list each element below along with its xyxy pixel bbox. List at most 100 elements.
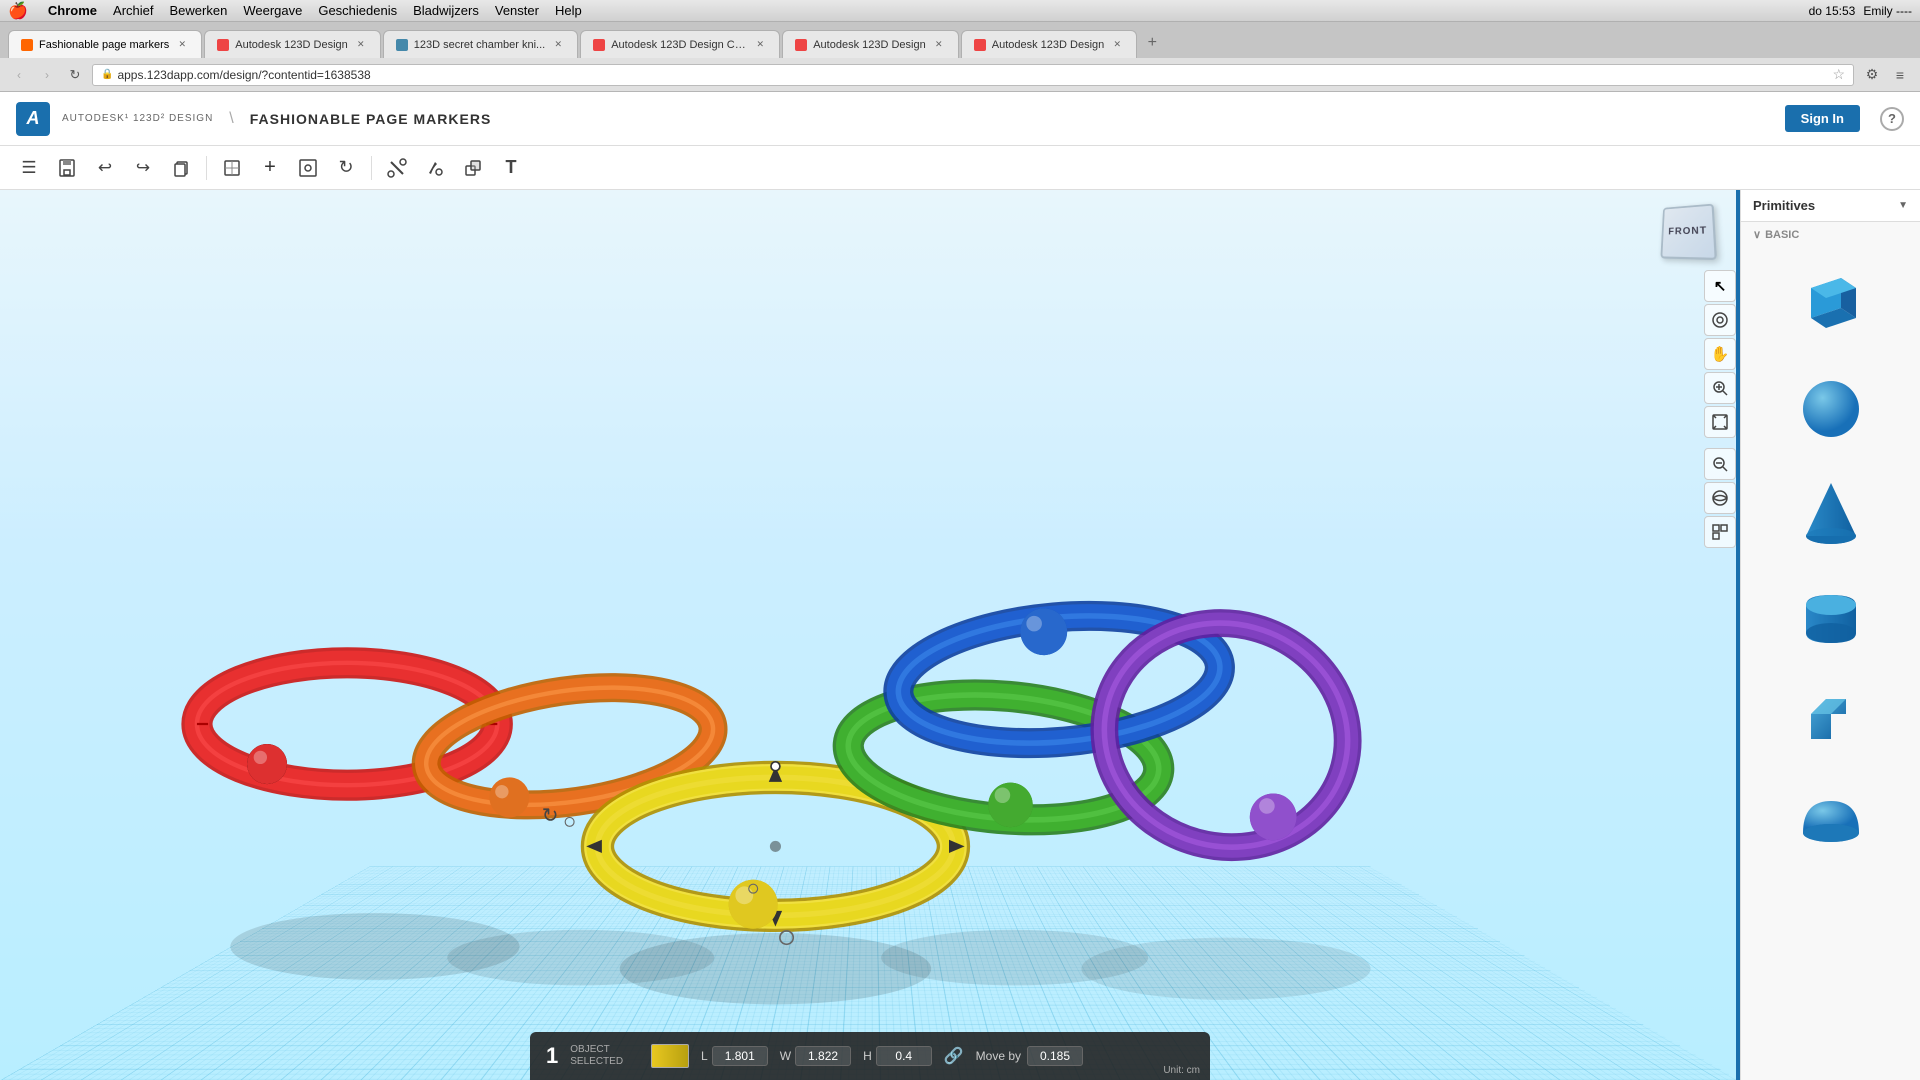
- view-cube-3d[interactable]: FRONT: [1660, 204, 1717, 261]
- save-button[interactable]: [50, 151, 84, 185]
- primitives-header: Primitives ▼: [1741, 190, 1920, 222]
- menubar-geschiedenis[interactable]: Geschiedenis: [318, 3, 397, 18]
- object-count: 1: [546, 1043, 558, 1069]
- shape-box[interactable]: [1781, 253, 1881, 353]
- tab-close-autodesk1[interactable]: ✕: [354, 38, 368, 52]
- h-value[interactable]: 0.4: [876, 1046, 932, 1066]
- primitives-dropdown[interactable]: ▼: [1898, 200, 1908, 211]
- address-bar-row: ‹ › ↻ 🔒 apps.123dapp.com/design/?content…: [0, 58, 1920, 92]
- tab-close-secret[interactable]: ✕: [551, 38, 565, 52]
- basic-section: ∨ Basic: [1741, 222, 1920, 245]
- shape-sphere[interactable]: [1781, 357, 1881, 457]
- right-toolbar: ↖ ✋: [1704, 270, 1736, 548]
- zoom-in-button[interactable]: [1704, 448, 1736, 480]
- toolbar: ☰ ↩ ↪ + ↻ T: [0, 146, 1920, 190]
- status-label-group: OBJECT SELECTED: [570, 1044, 631, 1068]
- sign-in-button[interactable]: Sign In: [1785, 105, 1860, 132]
- shape-cone[interactable]: [1781, 461, 1881, 561]
- zoom-tool-button[interactable]: [1704, 372, 1736, 404]
- app-title-group: AUTODESK¹ 123D² DESIGN: [62, 113, 213, 125]
- tab-close-autodesk3[interactable]: ✕: [932, 38, 946, 52]
- menubar-help[interactable]: Help: [555, 3, 582, 18]
- orbit-tool-button[interactable]: [1704, 304, 1736, 336]
- blue-accent-bar: [1736, 190, 1740, 1080]
- l-value[interactable]: 1.801: [712, 1046, 768, 1066]
- shape-bracket[interactable]: [1781, 669, 1881, 769]
- view-cube-label: FRONT: [1668, 225, 1707, 237]
- tab-autodesk2[interactable]: Autodesk 123D Design Ch... ✕: [580, 30, 780, 58]
- paint-button[interactable]: [418, 151, 452, 185]
- text-button[interactable]: T: [494, 151, 528, 185]
- mac-menubar: 🍎 Chrome Archief Bewerken Weergave Gesch…: [0, 0, 1920, 22]
- menubar-bewerken[interactable]: Bewerken: [170, 3, 228, 18]
- tab-autodesk3[interactable]: Autodesk 123D Design ✕: [782, 30, 959, 58]
- primitives-scroll[interactable]: ∨ Basic: [1741, 222, 1920, 1080]
- view-cube[interactable]: FRONT: [1660, 204, 1726, 270]
- cut-tool-button[interactable]: [380, 151, 414, 185]
- tab-label-autodesk2: Autodesk 123D Design Ch...: [611, 39, 747, 51]
- address-bar-right: ⚙ ≡: [1860, 63, 1912, 87]
- address-bar[interactable]: 🔒 apps.123dapp.com/design/?contentid=163…: [92, 64, 1854, 86]
- extension-icon[interactable]: ⚙: [1860, 63, 1884, 87]
- address-text: apps.123dapp.com/design/?contentid=16385…: [117, 68, 1828, 82]
- app-logo-letter: A: [27, 108, 40, 129]
- tab-label-autodesk4: Autodesk 123D Design: [992, 39, 1105, 51]
- refresh-button[interactable]: ↻: [329, 151, 363, 185]
- reload-button[interactable]: ↻: [64, 64, 86, 86]
- l-label: L: [701, 1049, 708, 1063]
- shape-hemisphere[interactable]: [1781, 773, 1881, 873]
- menu-button[interactable]: ☰: [12, 151, 46, 185]
- tab-autodesk1[interactable]: Autodesk 123D Design ✕: [204, 30, 381, 58]
- camera-tool-button[interactable]: [1704, 482, 1736, 514]
- app-title-top: AUTODESK¹ 123D² DESIGN: [62, 113, 213, 125]
- section-title: Basic: [1765, 229, 1799, 241]
- menubar-bladwijzers[interactable]: Bladwijzers: [413, 3, 479, 18]
- back-button[interactable]: ‹: [8, 64, 30, 86]
- unit-label: Unit: cm: [1163, 1065, 1200, 1076]
- bookmark-star-icon[interactable]: ☆: [1832, 66, 1845, 83]
- tab-fashionable[interactable]: Fashionable page markers ✕: [8, 30, 202, 58]
- right-toolbar-sep: [1704, 440, 1736, 446]
- undo-button[interactable]: ↩: [88, 151, 122, 185]
- width-field: W 1.822: [780, 1046, 851, 1066]
- transform-button[interactable]: [291, 151, 325, 185]
- fit-tool-button[interactable]: [1704, 406, 1736, 438]
- viewport[interactable]: ↻ FRONT ↖ ✋: [0, 190, 1740, 1080]
- redo-button[interactable]: ↪: [126, 151, 160, 185]
- w-value[interactable]: 1.822: [795, 1046, 851, 1066]
- copy-button[interactable]: [164, 151, 198, 185]
- tab-close-autodesk2[interactable]: ✕: [753, 38, 767, 52]
- color-swatch[interactable]: [651, 1044, 689, 1068]
- menubar-chrome[interactable]: Chrome: [48, 3, 97, 18]
- move-value[interactable]: 0.185: [1027, 1046, 1083, 1066]
- section-chevron-icon: ∨: [1753, 228, 1761, 241]
- select-tool-button[interactable]: ↖: [1704, 270, 1736, 302]
- grid-tool-button[interactable]: [1704, 516, 1736, 548]
- tab-close-autodesk4[interactable]: ✕: [1110, 38, 1124, 52]
- forward-button[interactable]: ›: [36, 64, 58, 86]
- link-icon[interactable]: 🔗: [944, 1046, 964, 1066]
- sketch-button[interactable]: [215, 151, 249, 185]
- combine-button[interactable]: [456, 151, 490, 185]
- w-label: W: [780, 1049, 791, 1063]
- menubar-archief[interactable]: Archief: [113, 3, 153, 18]
- tab-label-secret: 123D secret chamber kni...: [414, 39, 545, 51]
- pan-tool-button[interactable]: ✋: [1704, 338, 1736, 370]
- tab-favicon-autodesk4: [974, 39, 986, 51]
- settings-icon[interactable]: ≡: [1888, 63, 1912, 87]
- ssl-lock-icon: 🔒: [101, 69, 113, 80]
- apple-icon[interactable]: 🍎: [8, 1, 28, 21]
- length-field: L 1.801: [701, 1046, 768, 1066]
- menubar-weergave[interactable]: Weergave: [243, 3, 302, 18]
- tab-close-fashionable[interactable]: ✕: [175, 38, 189, 52]
- tab-secret[interactable]: 123D secret chamber kni... ✕: [383, 30, 578, 58]
- help-button[interactable]: ?: [1880, 107, 1904, 131]
- main-layout: ↻ FRONT ↖ ✋: [0, 190, 1920, 1080]
- rings-scene: ↻: [0, 190, 1740, 1080]
- shape-cylinder[interactable]: [1781, 565, 1881, 665]
- system-time: do 15:53: [1809, 4, 1856, 18]
- add-button[interactable]: +: [253, 151, 287, 185]
- tab-autodesk4[interactable]: Autodesk 123D Design ✕: [961, 30, 1138, 58]
- new-tab-button[interactable]: +: [1139, 30, 1165, 56]
- menubar-venster[interactable]: Venster: [495, 3, 539, 18]
